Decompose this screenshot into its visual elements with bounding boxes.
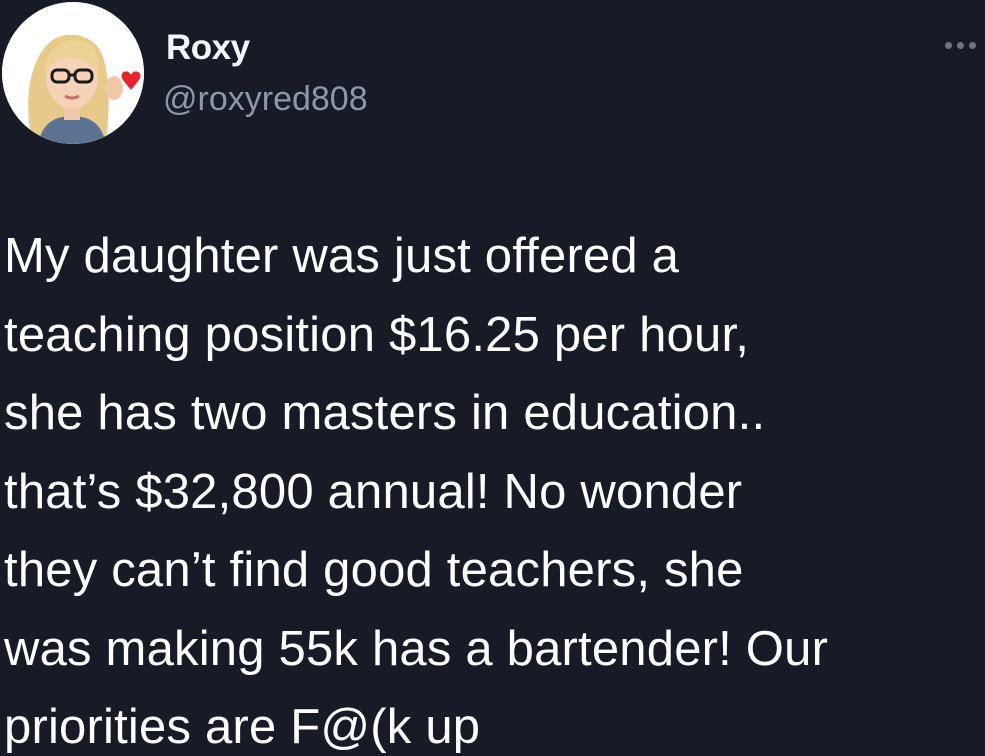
tweet-text-line: priorities are F@(k up (4, 700, 481, 754)
tweet-text-line: was making 55k has a bartender! Our (4, 621, 829, 676)
tweet-text-line: My daughter was just offered a (4, 229, 680, 283)
tweet-text-line: she has two masters in education.. (4, 386, 766, 440)
display-name[interactable]: Roxy (166, 28, 250, 68)
tweet-card: Roxy @roxyred808 My daughter was just of… (0, 0, 985, 756)
tweet-text-line: that’s $32,800 annual! No wonder (4, 464, 743, 519)
memoji-avatar-icon (2, 2, 144, 144)
tweet-text: My daughter was just offered a teaching … (4, 217, 979, 756)
tweet-text-line: teaching position $16.25 per hour, (4, 307, 750, 362)
user-handle[interactable]: @roxyred808 (163, 80, 368, 119)
tweet-text-line: they can’t find good teachers, she (4, 543, 744, 597)
more-options-icon[interactable] (945, 30, 985, 60)
avatar[interactable] (2, 2, 144, 144)
